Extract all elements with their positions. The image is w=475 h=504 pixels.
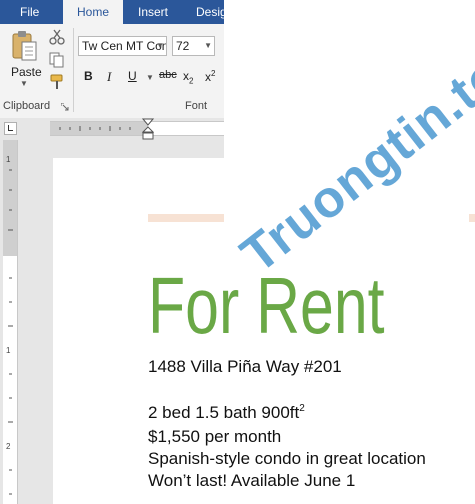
- paste-button[interactable]: Paste: [11, 65, 42, 79]
- tab-design[interactable]: Design: [196, 0, 224, 24]
- subscript-mark: 2: [189, 76, 194, 86]
- tab-home[interactable]: Home: [63, 0, 123, 24]
- address-line[interactable]: 1488 Villa Piña Way #201: [148, 356, 342, 378]
- indent-marker-icon[interactable]: [142, 118, 154, 140]
- ruler-left-margin: [50, 121, 148, 136]
- superscript-mark: 2: [211, 69, 216, 78]
- bold-button[interactable]: B: [84, 69, 93, 83]
- font-name-select[interactable]: Tw Cen MT Condensed ▼: [78, 36, 167, 56]
- font-size-value: 72: [176, 39, 190, 53]
- details-superscript: 2: [299, 403, 305, 414]
- format-painter-icon[interactable]: [48, 73, 66, 91]
- tab-stop-selector[interactable]: [4, 122, 17, 135]
- clipboard-group-label: Clipboard: [3, 100, 51, 112]
- chevron-down-icon[interactable]: ▼: [20, 79, 28, 88]
- chevron-down-icon[interactable]: ▼: [146, 73, 154, 82]
- scissors-icon[interactable]: [48, 28, 66, 46]
- tab-insert[interactable]: Insert: [138, 0, 168, 24]
- accent-bar: [148, 214, 224, 222]
- accent-bar-edge: [469, 214, 475, 222]
- font-group-label: Font: [185, 100, 208, 112]
- details-line[interactable]: 2 bed 1.5 bath 900ft2: [148, 402, 305, 424]
- ruler-row: [0, 118, 224, 140]
- price-line[interactable]: $1,550 per month: [148, 426, 281, 448]
- tab-file[interactable]: File: [20, 0, 39, 24]
- font-size-select[interactable]: 72 ▼: [172, 36, 215, 56]
- italic-button[interactable]: I: [107, 69, 111, 85]
- vertical-ruler-number: 1: [6, 346, 11, 355]
- ribbon-tab-strip: File Home Insert Design: [0, 0, 224, 24]
- font-name-value: Tw Cen MT Condensed: [82, 39, 166, 53]
- paste-icon[interactable]: [10, 30, 38, 64]
- chevron-down-icon[interactable]: ▼: [156, 37, 164, 55]
- description-line[interactable]: Spanish-style condo in great location: [148, 448, 426, 470]
- subscript-button[interactable]: x2: [183, 69, 193, 85]
- superscript-button[interactable]: x2: [205, 69, 215, 84]
- vertical-ruler-number: 2: [6, 442, 11, 451]
- availability-line[interactable]: Won’t last! Available June 1: [148, 470, 355, 492]
- strikethrough-button[interactable]: abc: [159, 69, 177, 81]
- dialog-launcher-icon[interactable]: [61, 103, 69, 111]
- underline-button[interactable]: U: [128, 69, 137, 83]
- ribbon-home: Paste ▼ Clipboard Tw Cen MT Condensed ▼ …: [0, 24, 224, 119]
- vertical-ruler-number: 1: [6, 155, 11, 164]
- details-text: 2 bed 1.5 bath 900ft: [148, 403, 300, 422]
- copy-icon[interactable]: [48, 51, 66, 69]
- chevron-down-icon[interactable]: ▼: [204, 37, 212, 55]
- group-divider: [73, 28, 74, 112]
